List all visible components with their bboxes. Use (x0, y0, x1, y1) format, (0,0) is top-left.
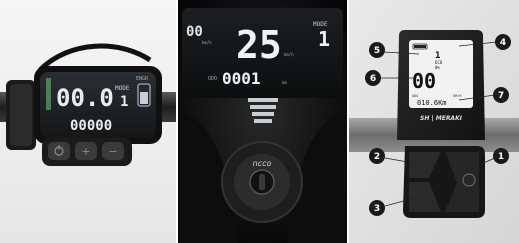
speed-readout: 00 (412, 69, 436, 93)
odometer-readout: 010.6Km (417, 99, 447, 107)
power-bar (46, 78, 51, 110)
plus-icon: + (81, 145, 90, 158)
mode-label: MODE (115, 85, 130, 92)
right-display-photo: 1 ECO 0% 00 ODO KM/H 010.6Km SH | MERAKI… (349, 0, 519, 243)
callout-5-label: 5 (374, 46, 380, 56)
speed-readout: 25 (236, 23, 282, 67)
callout-2-label: 2 (374, 152, 380, 162)
power-button (48, 142, 70, 160)
odometer-readout: 0001 (222, 69, 261, 88)
brand-label: ENGR (136, 76, 149, 82)
center-display-photo: 00 km/h 25 km/h MODE 1 ODO 0001 km ncco (178, 0, 347, 243)
left-display-photo: + − ENGR 00.0 MODE 1 00000 (0, 0, 176, 243)
level-bar (248, 98, 278, 102)
speed-unit: km/h (284, 52, 294, 57)
ignition-brand: ncco (253, 159, 272, 168)
callout-4-label: 4 (500, 38, 506, 48)
minus-icon: − (108, 145, 117, 158)
odo-unit: KM/H (453, 94, 461, 98)
mode-value: 1 (318, 27, 330, 51)
left-unit: km/h (202, 40, 212, 45)
brand-label: SH | MERAKI (420, 115, 463, 122)
callout-7-label: 7 (498, 91, 504, 101)
left-readout: 00 (186, 24, 203, 40)
callout-6-label: 6 (370, 74, 376, 84)
speed-readout: 00.0 (56, 84, 114, 112)
odo-label: ODO (412, 94, 418, 98)
odometer-readout: 00000 (70, 118, 112, 134)
odo-unit: km (282, 80, 287, 85)
mode-value: 1 (120, 94, 128, 110)
callout-3-label: 3 (374, 204, 380, 214)
callout-1-label: 1 (498, 152, 504, 162)
odo-label: ODO (208, 76, 217, 82)
